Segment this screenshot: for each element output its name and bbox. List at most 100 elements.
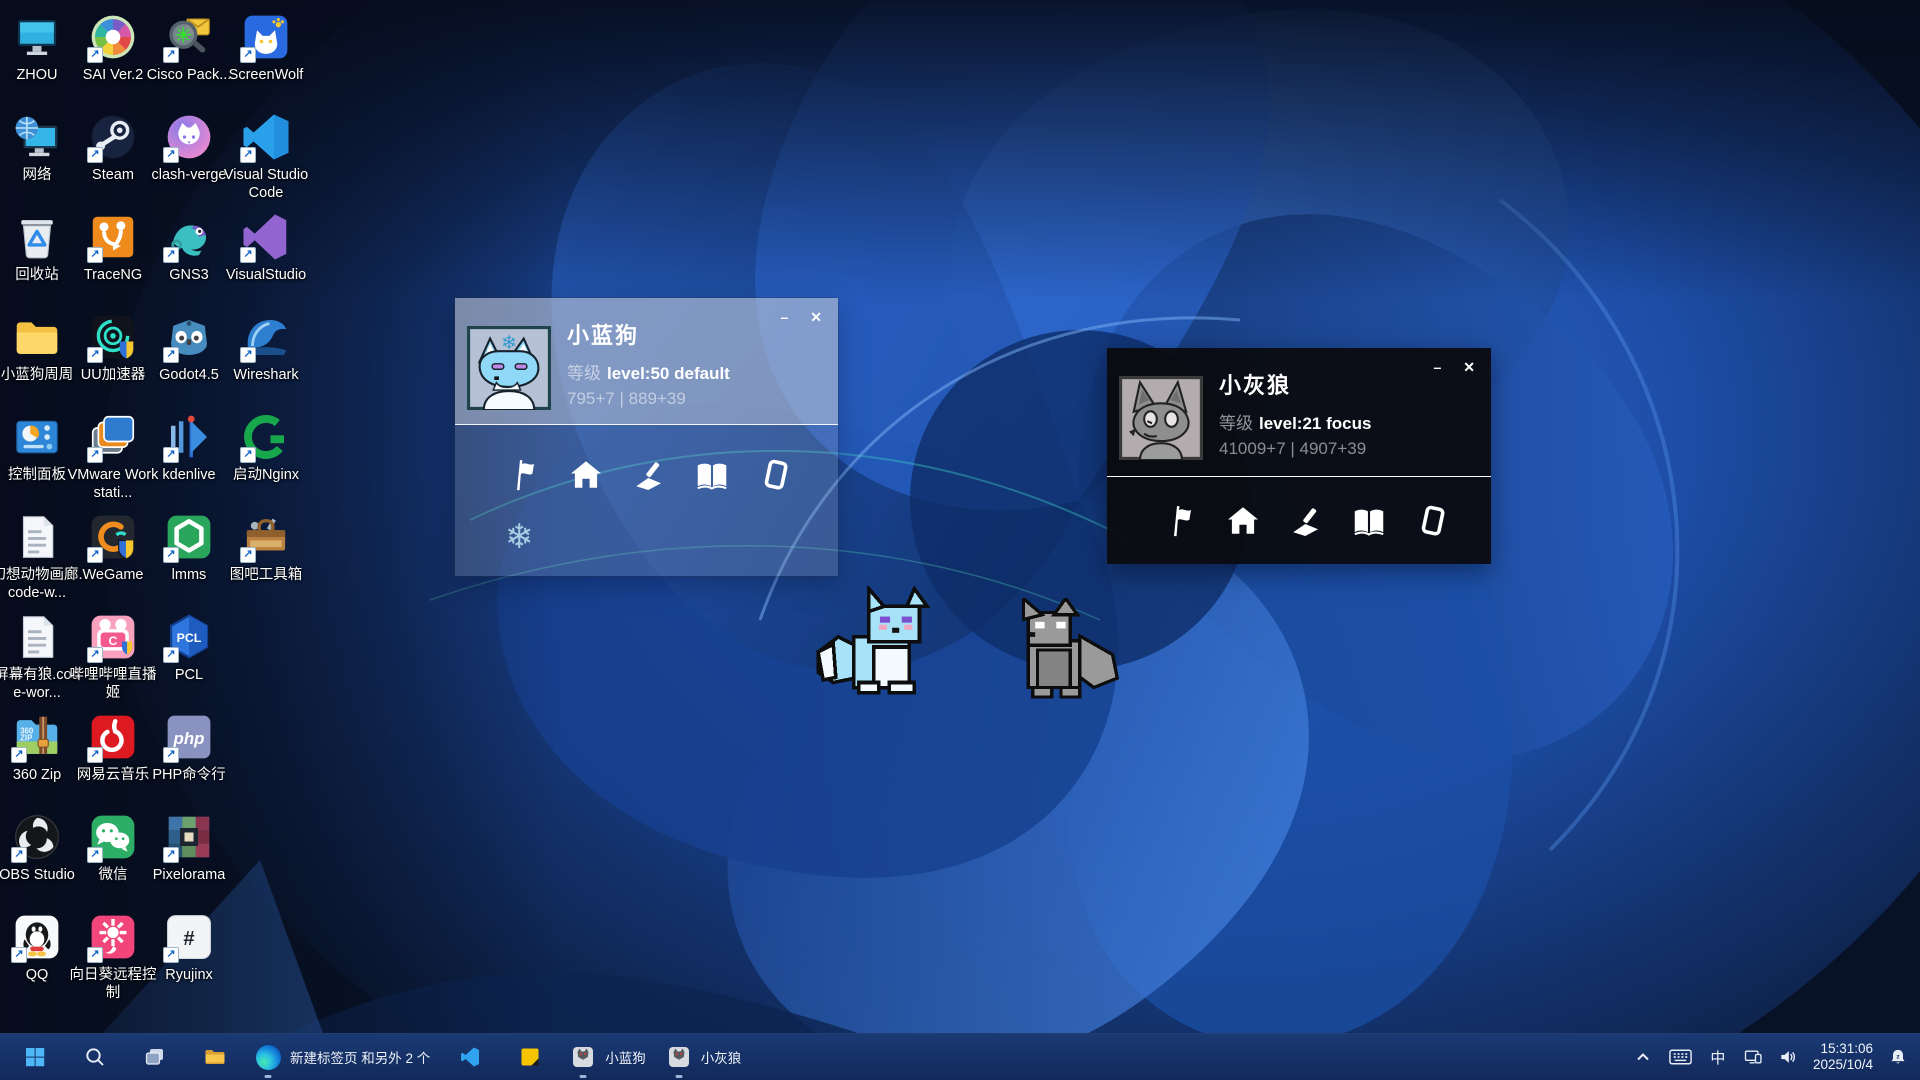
clock-date: 2025/10/4 [1813, 1057, 1873, 1073]
svg-text:#: # [183, 928, 194, 950]
taskbar-notes-button[interactable] [503, 1037, 557, 1077]
shortcut-arrow-icon: ↗ [163, 547, 179, 563]
notification-bell-icon[interactable]: z [1888, 1045, 1908, 1069]
pet-level: 等级level:21 focus [1219, 409, 1371, 434]
pet-action-book-icon[interactable] [1351, 503, 1387, 539]
taskbar-vscode-button[interactable] [443, 1037, 497, 1077]
minimize-button[interactable]: – [1433, 360, 1441, 374]
taskbar-task-view-button[interactable] [128, 1037, 182, 1077]
desktop-icon-screenwolf[interactable]: ↗ScreenWolf [220, 10, 312, 85]
ime-indicator[interactable]: 中 [1708, 1045, 1728, 1069]
shortcut-arrow-icon: ↗ [87, 447, 103, 463]
taskbar-pet-grey-wolf-button[interactable]: 小灰狼 [659, 1037, 749, 1077]
clock[interactable]: 15:31:06 2025/10/4 [1813, 1041, 1873, 1073]
ryujinx-icon: #↗ [162, 910, 216, 964]
pet-name: 小灰狼 [1219, 368, 1371, 400]
taskbar-edge-button[interactable]: 新建标签页 和另外 2 个 [248, 1037, 437, 1077]
edge-icon [255, 1044, 281, 1070]
tray-chevron-up-icon[interactable] [1633, 1045, 1653, 1069]
godot-icon: ↗ [162, 310, 216, 364]
svg-text:C: C [109, 634, 118, 648]
wireshark-icon: ↗ [239, 310, 293, 364]
pet-widget-body [1107, 477, 1491, 539]
pet-action-phone-icon[interactable] [757, 457, 793, 493]
shortcut-arrow-icon: ↗ [87, 47, 103, 63]
running-indicator [265, 1075, 272, 1078]
shortcut-arrow-icon: ↗ [163, 147, 179, 163]
desktop-icon-label: VisualStudio [220, 267, 312, 285]
shortcut-arrow-icon: ↗ [87, 147, 103, 163]
desktop-icon-label: ScreenWolf [220, 67, 312, 85]
pet-action-phone-icon[interactable] [1414, 503, 1450, 539]
volume-icon[interactable] [1778, 1045, 1798, 1069]
desktop-screen: ZHOU网络回收站小蓝狗周周控制面板幻想动物画廊.code-w...屏幕有狼.c… [0, 0, 1920, 1080]
pet-action-home-icon[interactable] [1225, 503, 1261, 539]
shortcut-arrow-icon: ↗ [163, 647, 179, 663]
php-icon: php↗ [162, 710, 216, 764]
desktop-icon-nginx[interactable]: ↗启动Nginx [220, 410, 312, 485]
desktop-icon-visualstudio[interactable]: ↗VisualStudio [220, 210, 312, 285]
pet-name: 小蓝狗 [567, 318, 730, 350]
shortcut-arrow-icon: ↗ [87, 247, 103, 263]
shortcut-arrow-icon: ↗ [87, 847, 103, 863]
lmms-icon: ↗ [162, 510, 216, 564]
uu-icon: ↗ [86, 310, 140, 364]
close-button[interactable]: ✕ [1463, 360, 1475, 374]
vscode-icon: ↗ [239, 110, 293, 164]
vscode-icon [457, 1044, 483, 1070]
shortcut-arrow-icon: ↗ [87, 947, 103, 963]
pet-widget-grey-wolf[interactable]: – ✕ 小 [1107, 348, 1491, 564]
taskbar-pet-blue-dog-button[interactable]: 小蓝狗 [563, 1037, 653, 1077]
close-button[interactable]: ✕ [810, 310, 822, 324]
shortcut-arrow-icon: ↗ [163, 247, 179, 263]
colorwheel-icon: ↗ [86, 10, 140, 64]
desktop-icon-label: Wireshark [220, 367, 312, 385]
svg-text:PCL: PCL [177, 631, 202, 645]
grey-wolf-desktop-pet[interactable] [1000, 598, 1122, 702]
shortcut-arrow-icon: ↗ [11, 847, 27, 863]
blue-dog-desktop-pet[interactable] [813, 586, 955, 708]
desktop-icon-pcl[interactable]: PCL↗PCL [143, 610, 235, 685]
taskbar-file-explorer-button[interactable] [188, 1037, 242, 1077]
pet-widget-blue-dog[interactable]: – ✕ ❄ [455, 298, 838, 576]
desktop-icon-ryujinx[interactable]: #↗Ryujinx [143, 910, 235, 985]
cast-display-icon[interactable] [1743, 1045, 1763, 1069]
taskbar-start-button[interactable] [8, 1037, 62, 1077]
pet-level: 等级level:50 default [567, 359, 730, 384]
shortcut-arrow-icon: ↗ [163, 847, 179, 863]
cisco-icon: ↗ [162, 10, 216, 64]
zip360-icon: 360ZIP↗ [10, 710, 64, 764]
monitor-icon [10, 10, 64, 64]
desktop-icon-label: 图吧工具箱 [220, 567, 312, 585]
pet-action-pen-icon[interactable] [1288, 503, 1324, 539]
pet-action-home-icon[interactable] [568, 457, 604, 493]
desktop-icon-grid: ZHOU网络回收站小蓝狗周周控制面板幻想动物画廊.code-w...屏幕有狼.c… [0, 0, 1920, 1034]
pet-action-pen-icon[interactable] [631, 457, 667, 493]
touch-keyboard-icon[interactable] [1668, 1045, 1693, 1069]
bili-icon: C↗ [86, 610, 140, 664]
shortcut-arrow-icon: ↗ [11, 747, 27, 763]
obs-icon: ↗ [10, 810, 64, 864]
desktop-icon-php[interactable]: php↗PHP命令行 [143, 710, 235, 785]
pet-action-flag-icon[interactable] [505, 457, 541, 493]
taskbar-search-button[interactable] [68, 1037, 122, 1077]
desktop-icon-wireshark[interactable]: ↗ Wireshark [220, 310, 312, 385]
steam-icon: ↗ [86, 110, 140, 164]
running-indicator [675, 1075, 682, 1078]
pet-blue-dog-icon [570, 1044, 596, 1070]
desktop-icon-toolbox[interactable]: ↗图吧工具箱 [220, 510, 312, 585]
netease-icon: ↗ [86, 710, 140, 764]
desktop-icon-pixelorama[interactable]: ↗Pixelorama [143, 810, 235, 885]
taskbar-button-label: 小蓝狗 [605, 1047, 646, 1067]
wechat-icon: ↗ [86, 810, 140, 864]
minimize-button[interactable]: – [780, 310, 788, 324]
pet-action-flag-icon[interactable] [1162, 503, 1198, 539]
pet-action-bar [455, 425, 838, 493]
shortcut-arrow-icon: ↗ [87, 747, 103, 763]
file-explorer-icon [202, 1044, 228, 1070]
svg-text:php: php [173, 729, 205, 748]
controlpanel-icon [10, 410, 64, 464]
desktop-icon-vscode[interactable]: ↗Visual Studio Code [220, 110, 312, 202]
pet-action-book-icon[interactable] [694, 457, 730, 493]
shortcut-arrow-icon: ↗ [87, 547, 103, 563]
